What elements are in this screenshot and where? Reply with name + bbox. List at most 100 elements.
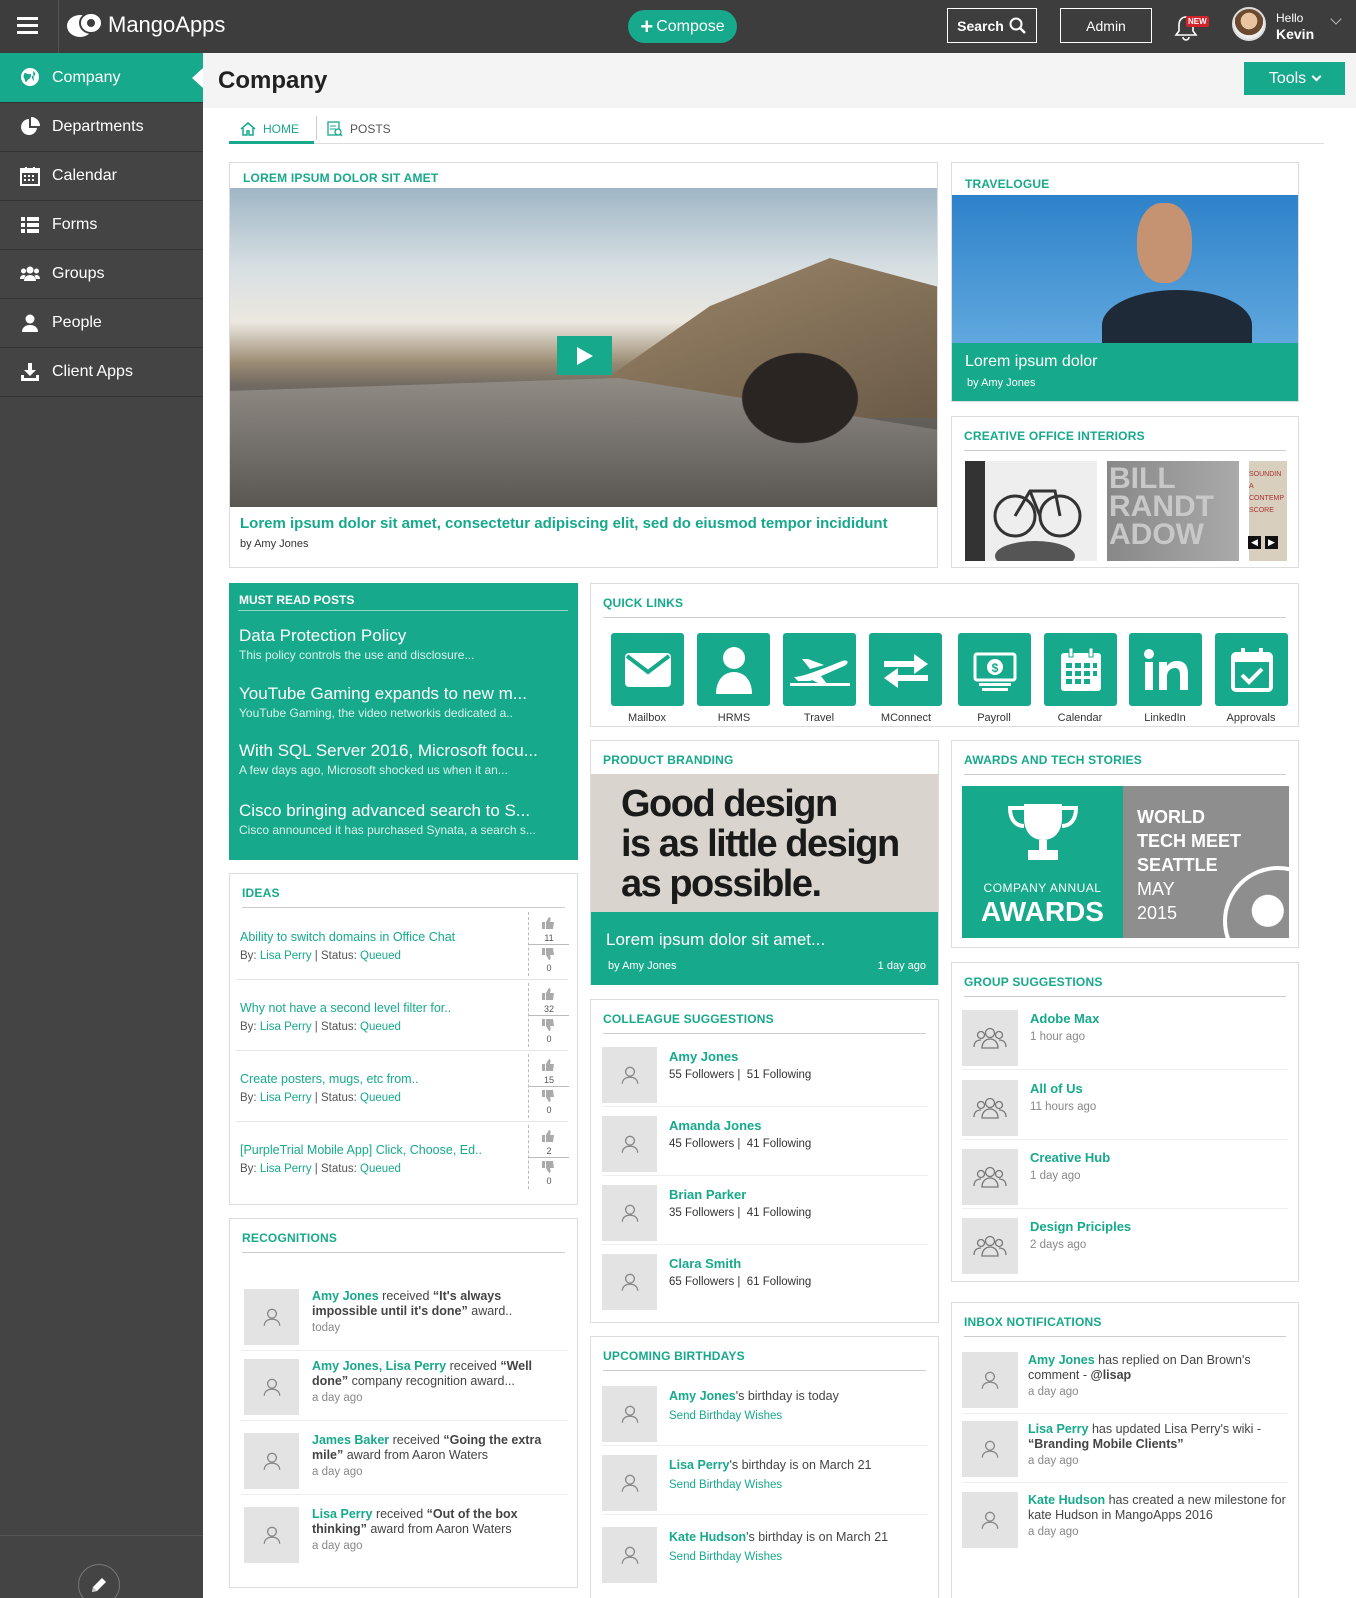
quick-link-mconnect[interactable]	[869, 633, 942, 706]
notifications-button[interactable]: NEW	[1172, 12, 1212, 42]
recognition-item[interactable]: Amy Jones, Lisa Perry received “Well don…	[241, 1357, 568, 1421]
next-button[interactable]: ▶	[1265, 536, 1278, 549]
notification-item[interactable]: Amy Jones has replied on Dan Brown's com…	[962, 1350, 1288, 1414]
feature-title[interactable]: Lorem ipsum dolor sit amet, consectetur …	[240, 515, 930, 532]
thumbs-down-icon[interactable]	[541, 947, 555, 961]
travelogue-image[interactable]	[952, 195, 1298, 343]
sidebar-item-calendar[interactable]: Calendar	[0, 152, 203, 201]
colleague-item[interactable]: Brian Parker 35 Followers | 41 Following	[602, 1183, 928, 1245]
sidebar-item-departments[interactable]: Departments	[0, 103, 203, 152]
group-item[interactable]: Design Priciples 2 days ago	[962, 1216, 1288, 1278]
person-link[interactable]: Amy Jones	[669, 1389, 736, 1403]
person-link[interactable]: Lisa Perry	[669, 1458, 729, 1472]
group-item[interactable]: All of Us 11 hours ago	[962, 1078, 1288, 1140]
tools-button[interactable]: Tools	[1244, 62, 1345, 95]
actor-link[interactable]: Kate Hudson	[1028, 1493, 1105, 1507]
group-name[interactable]: All of Us	[1030, 1081, 1083, 1096]
group-name[interactable]: Design Priciples	[1030, 1219, 1131, 1234]
admin-button[interactable]: Admin	[1060, 8, 1152, 43]
idea-item[interactable]: Why not have a second level filter for..…	[236, 983, 569, 1051]
tab-posts[interactable]: POSTS	[327, 116, 407, 142]
actor-link[interactable]: Amy Jones	[1028, 1353, 1095, 1367]
idea-item[interactable]: [PurpleTrial Mobile App] Click, Choose, …	[236, 1125, 569, 1189]
thumbs-down-icon[interactable]	[541, 1089, 555, 1103]
thumbs-down-icon[interactable]	[541, 1018, 555, 1032]
tab-home[interactable]: HOME	[229, 116, 314, 144]
recognition-item[interactable]: James Baker received “Going the extra mi…	[241, 1431, 568, 1495]
idea-item[interactable]: Ability to switch domains in Office Chat…	[236, 912, 569, 980]
branding-image[interactable]: Good design is as little design as possi…	[591, 774, 938, 912]
group-name[interactable]: Adobe Max	[1030, 1011, 1099, 1026]
thumbs-up-icon[interactable]	[541, 1129, 555, 1143]
colleague-name[interactable]: Brian Parker	[669, 1187, 746, 1202]
group-item[interactable]: Creative Hub 1 day ago	[962, 1147, 1288, 1209]
send-wishes-link[interactable]: Send Birthday Wishes	[669, 1551, 782, 1563]
send-wishes-link[interactable]: Send Birthday Wishes	[669, 1479, 782, 1491]
actor-link[interactable]: Lisa Perry	[1028, 1422, 1088, 1436]
colleague-item[interactable]: Clara Smith 65 Followers | 61 Following	[602, 1252, 928, 1314]
quick-link-travel[interactable]	[783, 633, 856, 706]
search-button[interactable]: Search	[947, 8, 1037, 43]
branding-caption[interactable]: Lorem ipsum dolor sit amet... by Amy Jon…	[591, 912, 938, 985]
quick-link-approvals[interactable]	[1215, 633, 1288, 706]
author-link[interactable]: Lisa Perry	[260, 950, 312, 962]
thumbs-up-icon[interactable]	[541, 916, 555, 930]
quick-link-linkedin[interactable]	[1129, 633, 1202, 706]
author-link[interactable]: Lisa Perry	[260, 1092, 312, 1104]
colleague-name[interactable]: Amy Jones	[669, 1049, 738, 1064]
thumbs-down-icon[interactable]	[541, 1160, 555, 1174]
thumbs-up-icon[interactable]	[541, 987, 555, 1001]
quick-link-calendar[interactable]	[1044, 633, 1117, 706]
colleague-item[interactable]: Amy Jones 55 Followers | 51 Following	[602, 1045, 928, 1107]
thumbs-up-icon[interactable]	[541, 1058, 555, 1072]
chevron-down-icon	[1311, 71, 1322, 81]
play-button[interactable]	[557, 336, 612, 375]
user-placeholder-icon	[621, 1405, 638, 1423]
group-item[interactable]: Adobe Max 1 hour ago	[962, 1008, 1288, 1070]
notification-item[interactable]: Kate Hudson has created a new milestone …	[962, 1490, 1288, 1554]
logo[interactable]: MangoApps	[64, 10, 225, 40]
travelogue-caption[interactable]: Lorem ipsum dolor by Amy Jones	[952, 343, 1298, 401]
send-wishes-link[interactable]: Send Birthday Wishes	[669, 1410, 782, 1422]
must-read-post[interactable]: With SQL Server 2016, Microsoft focu... …	[239, 741, 569, 777]
menu-icon[interactable]	[17, 17, 38, 35]
must-read-post[interactable]: Cisco bringing advanced search to S... C…	[239, 801, 569, 837]
recognition-item[interactable]: Lisa Perry received “Out of the box thin…	[241, 1505, 568, 1569]
colleague-name[interactable]: Amanda Jones	[669, 1118, 761, 1133]
must-read-post[interactable]: Data Protection Policy This policy contr…	[239, 626, 569, 662]
author-link[interactable]: Lisa Perry	[260, 1021, 312, 1033]
quick-link-hrms[interactable]	[697, 633, 770, 706]
group-name[interactable]: Creative Hub	[1030, 1150, 1110, 1165]
sidebar-item-forms[interactable]: Forms	[0, 201, 203, 250]
user-placeholder-icon	[621, 1135, 638, 1153]
compose-button[interactable]: + Compose	[628, 10, 737, 43]
author-link[interactable]: Lisa Perry	[260, 1163, 312, 1175]
logo-text: MangoApps	[108, 12, 226, 37]
quick-link-payroll[interactable]: $	[958, 633, 1031, 706]
sidebar-item-groups[interactable]: Groups	[0, 250, 203, 299]
recognition-item[interactable]: Amy Jones received “It's always impossib…	[241, 1287, 568, 1351]
person-link[interactable]: Kate Hudson	[669, 1530, 746, 1544]
office-thumb-2[interactable]: BILL RANDT ADOW	[1107, 461, 1239, 561]
sidebar-item-client-apps[interactable]: Client Apps	[0, 348, 203, 397]
prev-button[interactable]: ◀	[1248, 536, 1261, 549]
idea-item[interactable]: Create posters, mugs, etc from.. By: Lisa…	[236, 1054, 569, 1122]
feature-video[interactable]	[230, 188, 937, 507]
colleague-name[interactable]: Clara Smith	[669, 1256, 741, 1271]
office-thumb-1[interactable]	[965, 461, 1097, 561]
recipient-link[interactable]: James Baker	[312, 1433, 389, 1447]
tech-meet-image[interactable]: WORLD TECH MEET SEATTLE MAY 2015	[1123, 786, 1289, 938]
must-read-post[interactable]: YouTube Gaming expands to new m... YouTu…	[239, 684, 569, 720]
awards-image[interactable]: COMPANY ANNUAL AWARDS	[962, 786, 1123, 938]
notification-item[interactable]: Lisa Perry has updated Lisa Perry's wiki…	[962, 1419, 1288, 1483]
recipient-link[interactable]: Amy Jones	[312, 1289, 379, 1303]
quick-link-mailbox[interactable]	[611, 633, 684, 706]
sidebar-item-people[interactable]: People	[0, 299, 203, 348]
colleague-item[interactable]: Amanda Jones 45 Followers | 41 Following	[602, 1114, 928, 1176]
edit-button[interactable]	[78, 1564, 120, 1598]
recipient-link[interactable]: Amy Jones, Lisa Perry	[312, 1359, 446, 1373]
sidebar-item-company[interactable]: Company	[0, 53, 203, 103]
recipient-link[interactable]: Lisa Perry	[312, 1507, 372, 1521]
user-placeholder-icon	[621, 1474, 638, 1492]
user-menu[interactable]: Hello Kevin	[1232, 7, 1352, 47]
